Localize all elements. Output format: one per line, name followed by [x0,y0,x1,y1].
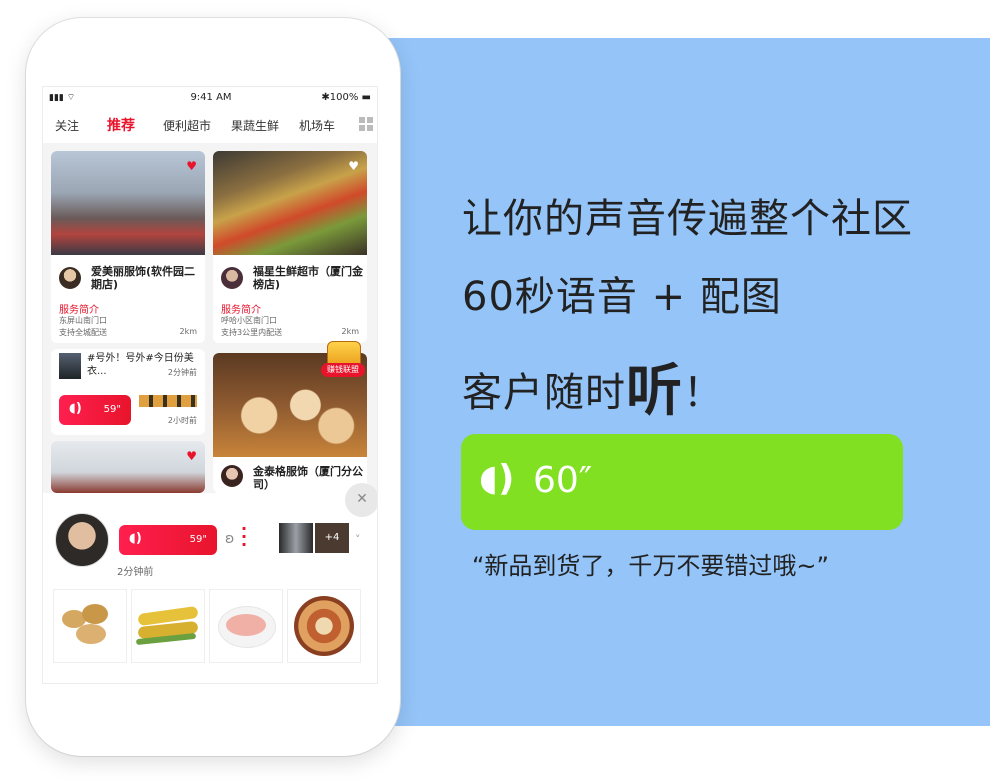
ear-icon[interactable]: ʚ [225,531,234,547]
avatar [55,513,109,567]
tab-fresh-produce[interactable]: 果蔬生鲜 [231,117,279,134]
image-strip [139,395,197,407]
voice-post-card[interactable]: #号外！号外#今日份美衣... 2分钟前 ◖) 59" 2小时前 [51,349,205,435]
promo-quote: “新品到货了，千万不要错过哦~” [472,552,829,580]
voice-wave-icon: ◖) [129,531,142,546]
distance-text: 2km [341,327,359,336]
shop-name: 福星生鲜超市（厦门金榜店) [253,265,363,291]
image-thumbnail[interactable] [279,523,313,553]
chevron-down-icon[interactable]: ˅ [355,533,361,546]
promo-voice-bar: ◖) 60″ [461,434,903,530]
treasure-chest-icon[interactable]: 赚钱联盟 [321,339,365,385]
product-image[interactable] [209,589,283,663]
product-image[interactable] [53,589,127,663]
voice-player-panel: ✕ ◖) 59" ʚ · · · +4 ˅ 2分钟前 [43,483,377,683]
promo-voice-duration: 60″ [533,460,593,501]
service-label: 服务简介 [59,305,99,316]
address-text: 呼哈小区南门口 [221,316,277,325]
heart-icon[interactable]: ♥ [186,449,197,463]
voice-message-button[interactable]: ◖) 59" [119,525,217,555]
shop-name: 金泰格服饰（厦门分公司） [253,465,363,491]
grid-menu-icon[interactable] [359,117,373,131]
shop-card[interactable]: ♥ [51,441,205,493]
headline-line-3-suffix: ！ [683,370,724,416]
card-photo [51,441,205,493]
headline-line-3-prefix: 客户随时 [462,370,626,416]
post-thumbnail [59,353,81,379]
post-time: 2分钟前 [167,368,197,377]
voice-duration: 59" [189,534,207,545]
heart-icon[interactable]: ♥ [348,159,359,173]
voice-duration: 59" [103,404,121,415]
voice-wave-icon: ◖) [69,401,82,416]
shop-name: 爱美丽服饰(软件园二期店) [91,265,196,291]
heart-icon[interactable]: ♥ [186,159,197,173]
close-icon[interactable]: ✕ [345,483,377,517]
voice-time: 2小时前 [167,416,197,425]
feed: ♥ 爱美丽服饰(软件园二期店) 服务简介 东屏山南门口 支持全城配送 2km ♥… [43,143,377,493]
voice-message-button[interactable]: ◖) 59" [59,395,131,425]
avatar [221,465,243,487]
voice-wave-icon: ◖) [479,458,515,499]
more-options-icon[interactable]: · · · [241,521,247,553]
product-image[interactable] [131,589,205,663]
headline-line-3: 客户随时听！ [462,346,724,427]
headline-emphasis: 听 [626,359,683,424]
shop-card[interactable]: ♥ 爱美丽服饰(软件园二期店) 服务简介 东屏山南门口 支持全城配送 2km [51,151,205,343]
tab-airport-car[interactable]: 机场车 [299,117,335,134]
tab-recommend[interactable]: 推荐 [107,115,135,135]
tab-convenience-store[interactable]: 便利超市 [163,117,211,134]
player-time: 2分钟前 [117,567,154,578]
badge-label: 赚钱联盟 [321,363,365,377]
headline-line-1: 让你的声音传遍整个社区 [462,196,913,242]
delivery-text: 支持全城配送 [59,328,107,337]
avatar [59,267,81,289]
address-text: 东屏山南门口 [59,316,107,325]
product-image[interactable] [287,589,361,663]
phone-screen: ▮▮▮ ⌔ 9:41 AM ✱100% ▬ 关注 推荐 便利超市 果蔬生鲜 机场… [42,86,378,684]
category-tabs: 关注 推荐 便利超市 果蔬生鲜 机场车 [43,115,377,137]
avatar [221,267,243,289]
headline-line-2: 60秒语音 + 配图 [462,274,782,320]
delivery-text: 支持3公里内配送 [221,328,283,337]
distance-text: 2km [179,327,197,336]
card-photo [213,151,367,255]
card-photo [51,151,205,255]
battery-indicator: ✱100% ▬ [321,92,371,103]
shop-card[interactable]: ♥ 福星生鲜超市（厦门金榜店) 服务简介 呼哈小区南门口 支持3公里内配送 2k… [213,151,367,343]
more-images-thumbnail[interactable]: +4 [315,523,349,553]
tab-follow[interactable]: 关注 [55,117,79,134]
service-label: 服务简介 [221,305,261,316]
status-bar: ▮▮▮ ⌔ 9:41 AM ✱100% ▬ [43,87,377,109]
battery-level: 100% [329,92,359,103]
